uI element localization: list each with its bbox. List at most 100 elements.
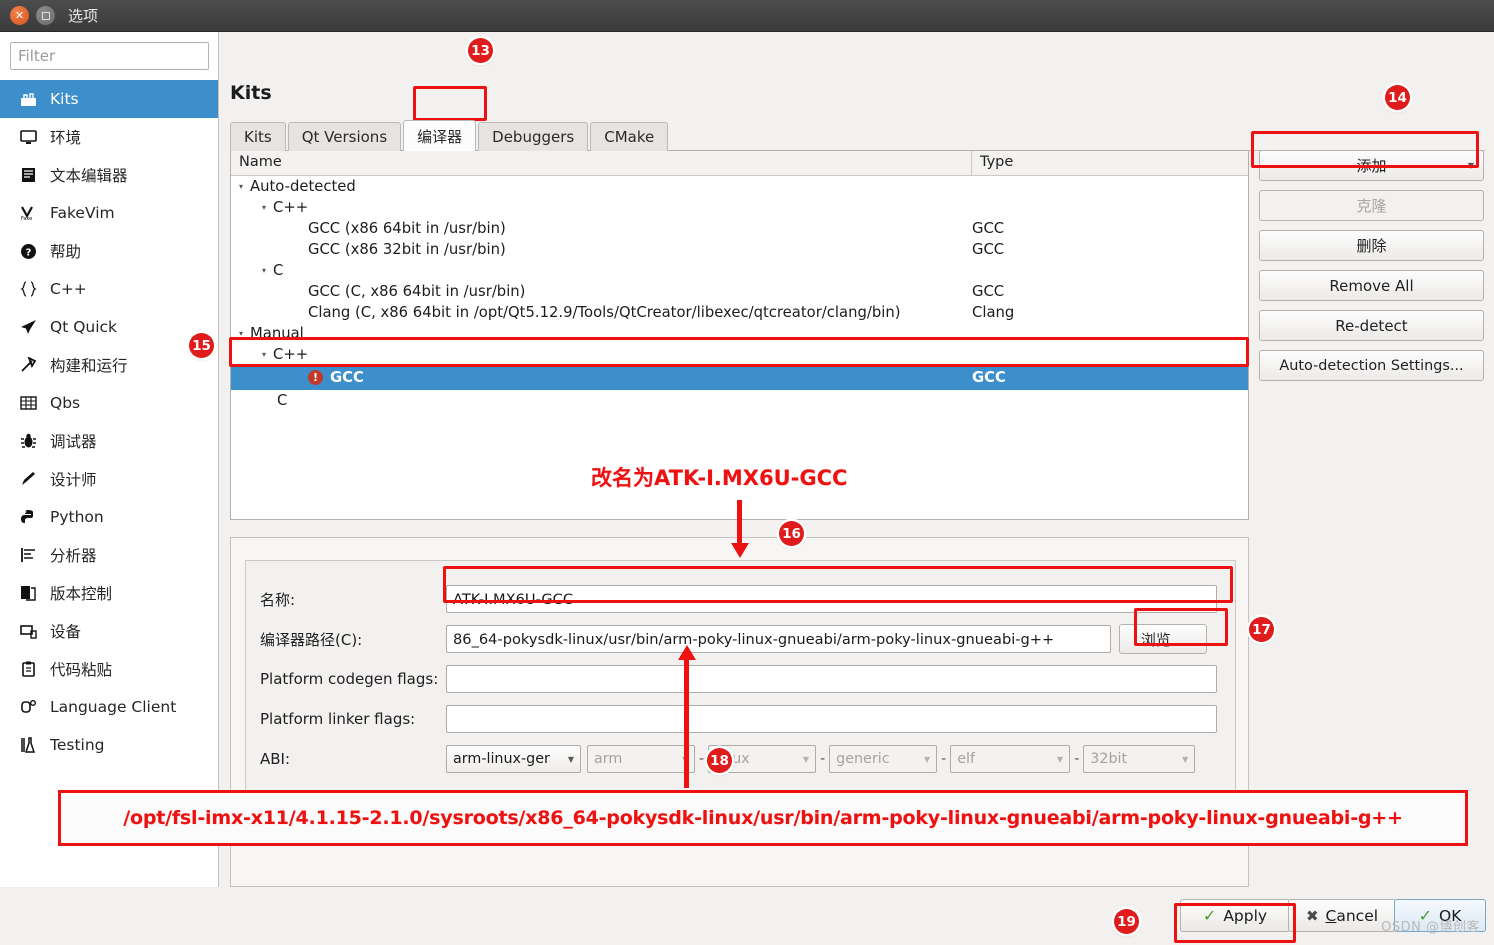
sidebar-item-testing[interactable]: Testing (0, 726, 218, 764)
codegen-flags-label: Platform codegen flags: (246, 670, 446, 688)
close-icon[interactable]: ✕ (10, 6, 29, 25)
table-row[interactable]: ▾C++ (231, 197, 1248, 218)
remove-all-button[interactable]: Remove All (1259, 270, 1484, 301)
pencil-icon (17, 471, 39, 487)
add-button[interactable]: 添加 ▼ (1259, 150, 1484, 181)
monitor-icon (17, 130, 39, 145)
table-row[interactable]: ▾C++ (231, 344, 1248, 365)
sidebar-item-debugger[interactable]: 调试器 (0, 422, 218, 460)
abi-format-select[interactable]: elf ▼ (950, 745, 1070, 773)
sidebar-item-label: 代码粘贴 (50, 658, 112, 680)
abi-flavor-select[interactable]: generic ▼ (829, 745, 937, 773)
sidebar-item-cpp[interactable]: C++ (0, 270, 218, 308)
remove-all-button-label: Remove All (1329, 277, 1413, 295)
tree-item-type: Clang (972, 304, 1248, 321)
re-detect-button[interactable]: Re-detect (1259, 310, 1484, 341)
window-title: 选项 (68, 5, 98, 26)
chevron-down-icon[interactable]: ▾ (239, 182, 250, 191)
apply-button[interactable]: ✓ Apply (1180, 899, 1290, 932)
chevron-down-icon: ▼ (1057, 755, 1063, 764)
tree-item-type: GCC (972, 241, 1248, 258)
tree-item-type: GCC (972, 369, 1248, 386)
sidebar-item-label: 文本编辑器 (50, 164, 128, 186)
cancel-button-label: CCancelancel (1326, 907, 1379, 925)
sidebar-item-python[interactable]: Python (0, 498, 218, 536)
name-row: 名称: ATK-I.MX6U-GCC (246, 585, 1235, 613)
tree-header: Name Type (231, 151, 1248, 176)
table-row-selected[interactable]: ! GCC GCC (231, 365, 1248, 390)
sidebar-item-kits[interactable]: Kits (0, 80, 218, 118)
linker-flags-input[interactable] (446, 705, 1217, 733)
tab-qt-versions[interactable]: Qt Versions (288, 122, 401, 151)
abi-width-select[interactable]: 32bit ▼ (1083, 745, 1195, 773)
table-row[interactable]: GCC (x86 32bit in /usr/bin) GCC (231, 239, 1248, 260)
column-header-name[interactable]: Name (231, 151, 972, 175)
svg-text:?: ? (25, 247, 31, 258)
chevron-down-icon[interactable]: ▾ (262, 203, 273, 212)
sidebar-item-help[interactable]: ? 帮助 (0, 232, 218, 270)
compiler-path-input[interactable]: 86_64-pokysdk-linux/usr/bin/arm-poky-lin… (446, 625, 1111, 653)
sidebar-item-devices[interactable]: 设备 (0, 612, 218, 650)
help-icon: ? (17, 243, 39, 260)
table-row[interactable]: ▾C (231, 260, 1248, 281)
table-row[interactable]: GCC (x86 64bit in /usr/bin) GCC (231, 218, 1248, 239)
codegen-flags-input[interactable] (446, 665, 1217, 693)
sidebar-item-designer[interactable]: 设计师 (0, 460, 218, 498)
sidebar-item-label: Qt Quick (50, 318, 117, 336)
tree-item-label: Auto-detected (250, 178, 356, 195)
sidebar-item-text-editor[interactable]: 文本编辑器 (0, 156, 218, 194)
page-title: Kits (230, 82, 272, 104)
chevron-down-icon: ▼ (924, 755, 930, 764)
clone-button[interactable]: 克隆 (1259, 190, 1484, 221)
tab-kits[interactable]: Kits (230, 122, 286, 151)
table-row[interactable]: GCC (C, x86 64bit in /usr/bin) GCC (231, 281, 1248, 302)
sidebar-item-fakevim[interactable]: Fake FakeVim (0, 194, 218, 232)
warning-icon: ! (308, 370, 323, 385)
table-row[interactable]: C (231, 390, 1248, 411)
maximize-icon[interactable] (36, 6, 55, 25)
braces-icon (17, 281, 39, 297)
sidebar-item-label: 设备 (50, 620, 81, 642)
tab-cmake[interactable]: CMake (590, 122, 668, 151)
annotation-arrow-head-path (678, 645, 696, 660)
sidebar-item-environment[interactable]: 环境 (0, 118, 218, 156)
cancel-button[interactable]: ✖ CCancelancel (1288, 899, 1396, 932)
compiler-details-form: 名称: ATK-I.MX6U-GCC 编译器路径(C): 86_64-pokys… (245, 560, 1236, 828)
sidebar-item-language-client[interactable]: Language Client (0, 688, 218, 726)
sidebar-item-code-paste[interactable]: 代码粘贴 (0, 650, 218, 688)
sidebar-item-analyzer[interactable]: 分析器 (0, 536, 218, 574)
svg-text:Fake: Fake (21, 216, 32, 221)
chevron-down-icon[interactable]: ▾ (239, 329, 250, 338)
filter-input[interactable] (10, 42, 209, 70)
table-row[interactable]: ▾Manual (231, 323, 1248, 344)
tab-debuggers[interactable]: Debuggers (478, 122, 588, 151)
sidebar-item-build-run[interactable]: 构建和运行 (0, 346, 218, 384)
name-label: 名称: (246, 589, 446, 610)
table-row[interactable]: ▾Auto-detected (231, 176, 1248, 197)
sidebar-item-label: 设计师 (50, 468, 97, 490)
tree-item-label: GCC (330, 369, 364, 386)
auto-detection-settings-button[interactable]: Auto-detection Settings... (1259, 350, 1484, 381)
sidebar-item-label: FakeVim (50, 204, 115, 222)
abi-main-value: arm-linux-ger (453, 751, 550, 767)
clone-button-label: 克隆 (1356, 195, 1386, 216)
watermark: OSDN @博创客 (1381, 916, 1480, 935)
name-input[interactable]: ATK-I.MX6U-GCC (446, 585, 1217, 613)
tab-compilers[interactable]: 编译器 (403, 120, 476, 151)
abi-main-select[interactable]: arm-linux-ger ▼ (446, 745, 581, 773)
abi-arch-select[interactable]: arm ▼ (587, 745, 695, 773)
column-header-type[interactable]: Type (972, 151, 1248, 175)
table-row[interactable]: Clang (C, x86 64bit in /opt/Qt5.12.9/Too… (231, 302, 1248, 323)
separator-dash: - (816, 751, 829, 767)
chevron-down-icon[interactable]: ▾ (262, 350, 273, 359)
sidebar-item-version-control[interactable]: 版本控制 (0, 574, 218, 612)
chevron-down-icon[interactable]: ▾ (262, 266, 273, 275)
python-icon (17, 509, 39, 525)
sidebar-item-qt-quick[interactable]: Qt Quick (0, 308, 218, 346)
annotation-arrow-shaft (737, 500, 742, 545)
browse-button[interactable]: 浏览... (1119, 624, 1207, 654)
sidebar-item-qbs[interactable]: Qbs (0, 384, 218, 422)
annotation-badge-16: 16 (779, 521, 804, 546)
chevron-down-icon[interactable]: ▼ (1468, 161, 1474, 170)
delete-button[interactable]: 删除 (1259, 230, 1484, 261)
